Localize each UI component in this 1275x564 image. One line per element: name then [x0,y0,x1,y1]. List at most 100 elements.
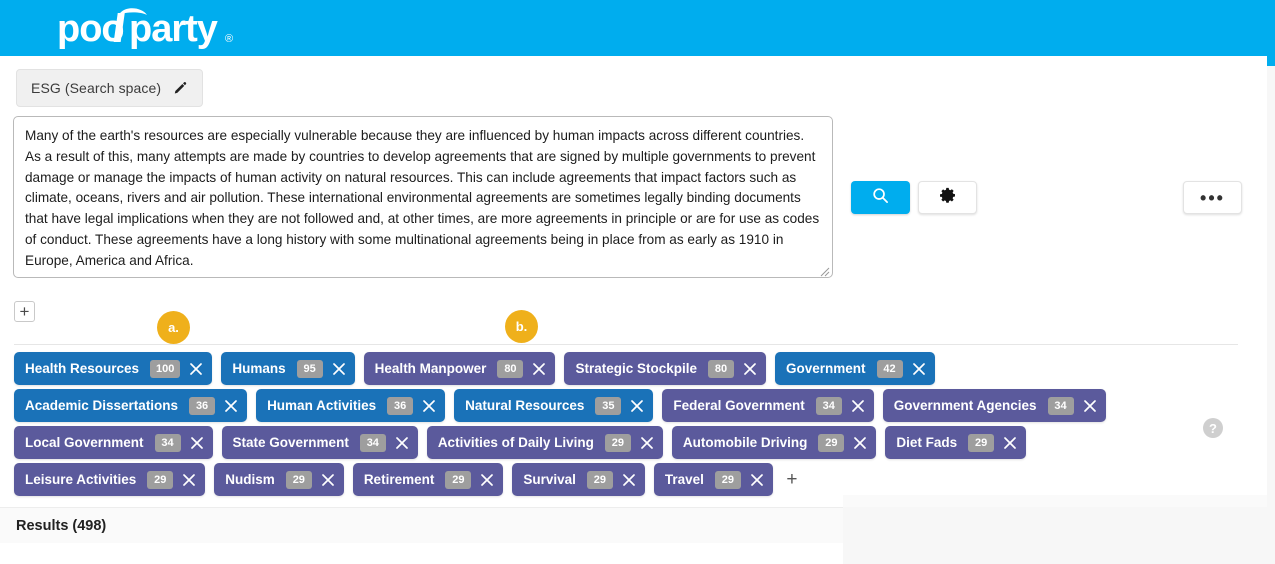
tag-count: 29 [818,433,845,452]
tag-row: Local Government 34 State Government 34 … [14,426,1262,459]
close-icon[interactable] [224,399,238,413]
poolparty-logo[interactable]: poo party ® [57,4,287,52]
settings-button[interactable] [918,181,977,214]
tag-label: Health Resources [25,361,140,376]
tag-row: Leisure Activities 29 Nudism 29 Retireme… [14,463,1262,496]
tag-count: 34 [1047,396,1074,415]
tag-chip[interactable]: Human Activities 36 [256,389,446,422]
close-icon[interactable] [422,399,436,413]
tag-chip[interactable]: Natural Resources 35 [454,389,654,422]
tag-chip[interactable]: Health Resources 100 [14,352,213,385]
tag-label: Health Manpower [374,361,487,376]
add-query-button[interactable]: + [14,301,35,322]
concept-tag-list: Health Resources 100 Humans 95 Health Ma… [14,352,1262,500]
resize-grip[interactable] [818,264,830,277]
gear-icon [939,187,956,209]
close-icon[interactable] [851,399,865,413]
close-icon[interactable] [332,362,346,376]
close-icon[interactable] [1083,399,1097,413]
tag-label: Diet Fads [896,435,958,450]
tag-count: 36 [387,396,414,415]
tag-chip[interactable]: Local Government 34 [14,426,213,459]
tag-label: Government [785,361,866,376]
tag-chip[interactable]: Retirement 29 [352,463,504,496]
close-icon[interactable] [622,473,636,487]
scrollbar-thumb[interactable] [1267,56,1275,66]
close-icon[interactable] [853,436,867,450]
close-icon[interactable] [189,362,203,376]
search-button[interactable] [851,181,910,214]
tag-count: 29 [968,433,995,452]
close-icon[interactable] [395,436,409,450]
right-panel [843,507,1268,564]
app-header: poo party ® [0,0,1275,56]
tag-label: Activities of Daily Living [437,435,594,450]
more-options-button[interactable]: ••• [1183,181,1242,214]
tag-count: 35 [595,396,622,415]
tag-count: 29 [604,433,631,452]
tag-chip[interactable]: Survival 29 [512,463,645,496]
tag-chip[interactable]: Academic Dissertations 36 [14,389,248,422]
tag-label: Automobile Driving [682,435,808,450]
tag-count: 29 [285,470,312,489]
svg-text:party: party [129,8,218,50]
close-icon[interactable] [912,362,926,376]
query-textarea[interactable]: Many of the earth's resources are especi… [13,116,833,278]
add-tag-button[interactable]: + [782,469,802,491]
pencil-icon[interactable] [173,81,188,96]
tag-label: State Government [232,435,349,450]
tag-chip[interactable]: Humans 95 [221,352,355,385]
results-bar [0,507,843,543]
search-icon [872,187,889,209]
tag-label: Travel [664,472,704,487]
close-icon[interactable] [750,473,764,487]
search-space-label: ESG (Search space) [31,80,162,96]
tag-label: Federal Government [673,398,805,413]
close-icon[interactable] [640,436,654,450]
tag-chip[interactable]: Travel 29 [653,463,773,496]
close-icon[interactable] [182,473,196,487]
tag-chip[interactable]: Government 42 [774,352,935,385]
query-text: Many of the earth's resources are especi… [25,128,823,268]
scrollbar-track[interactable] [1267,56,1275,564]
tag-count: 29 [147,470,174,489]
tag-count: 80 [707,359,734,378]
tag-count: 29 [714,470,741,489]
tag-count: 29 [445,470,472,489]
tag-count: 100 [150,359,181,378]
results-body [0,543,843,564]
tag-chip[interactable]: Automobile Driving 29 [671,426,877,459]
tag-chip[interactable]: Leisure Activities 29 [14,463,206,496]
svg-text:®: ® [225,33,233,45]
close-icon[interactable] [480,473,494,487]
tag-section-divider [14,344,1238,345]
tag-label: Humans [232,361,286,376]
search-space-selector[interactable]: ESG (Search space) [16,69,204,107]
tag-label: Leisure Activities [25,472,137,487]
tag-count: 34 [359,433,386,452]
results-title: Results (498) [16,518,107,534]
tag-count: 36 [189,396,216,415]
close-icon[interactable] [532,362,546,376]
tag-chip[interactable]: Activities of Daily Living 29 [426,426,663,459]
tag-label: Retirement [363,472,435,487]
close-icon[interactable] [1003,436,1017,450]
tag-label: Natural Resources [465,398,585,413]
annotation-marker-a: a. [157,311,190,344]
tag-chip[interactable]: Nudism 29 [214,463,344,496]
tag-label: Human Activities [267,398,377,413]
tag-chip[interactable]: Strategic Stockpile 80 [564,352,766,385]
tag-chip[interactable]: State Government 34 [221,426,418,459]
help-button[interactable]: ? [1203,418,1223,438]
tag-chip[interactable]: Health Manpower 80 [363,352,556,385]
tag-label: Academic Dissertations [25,398,179,413]
close-icon[interactable] [321,473,335,487]
close-icon[interactable] [190,436,204,450]
tag-label: Local Government [25,435,144,450]
close-icon[interactable] [630,399,644,413]
tag-chip[interactable]: Federal Government 34 [662,389,874,422]
tag-count: 95 [296,359,323,378]
tag-chip[interactable]: Government Agencies 34 [882,389,1106,422]
tag-chip[interactable]: Diet Fads 29 [885,426,1027,459]
close-icon[interactable] [743,362,757,376]
